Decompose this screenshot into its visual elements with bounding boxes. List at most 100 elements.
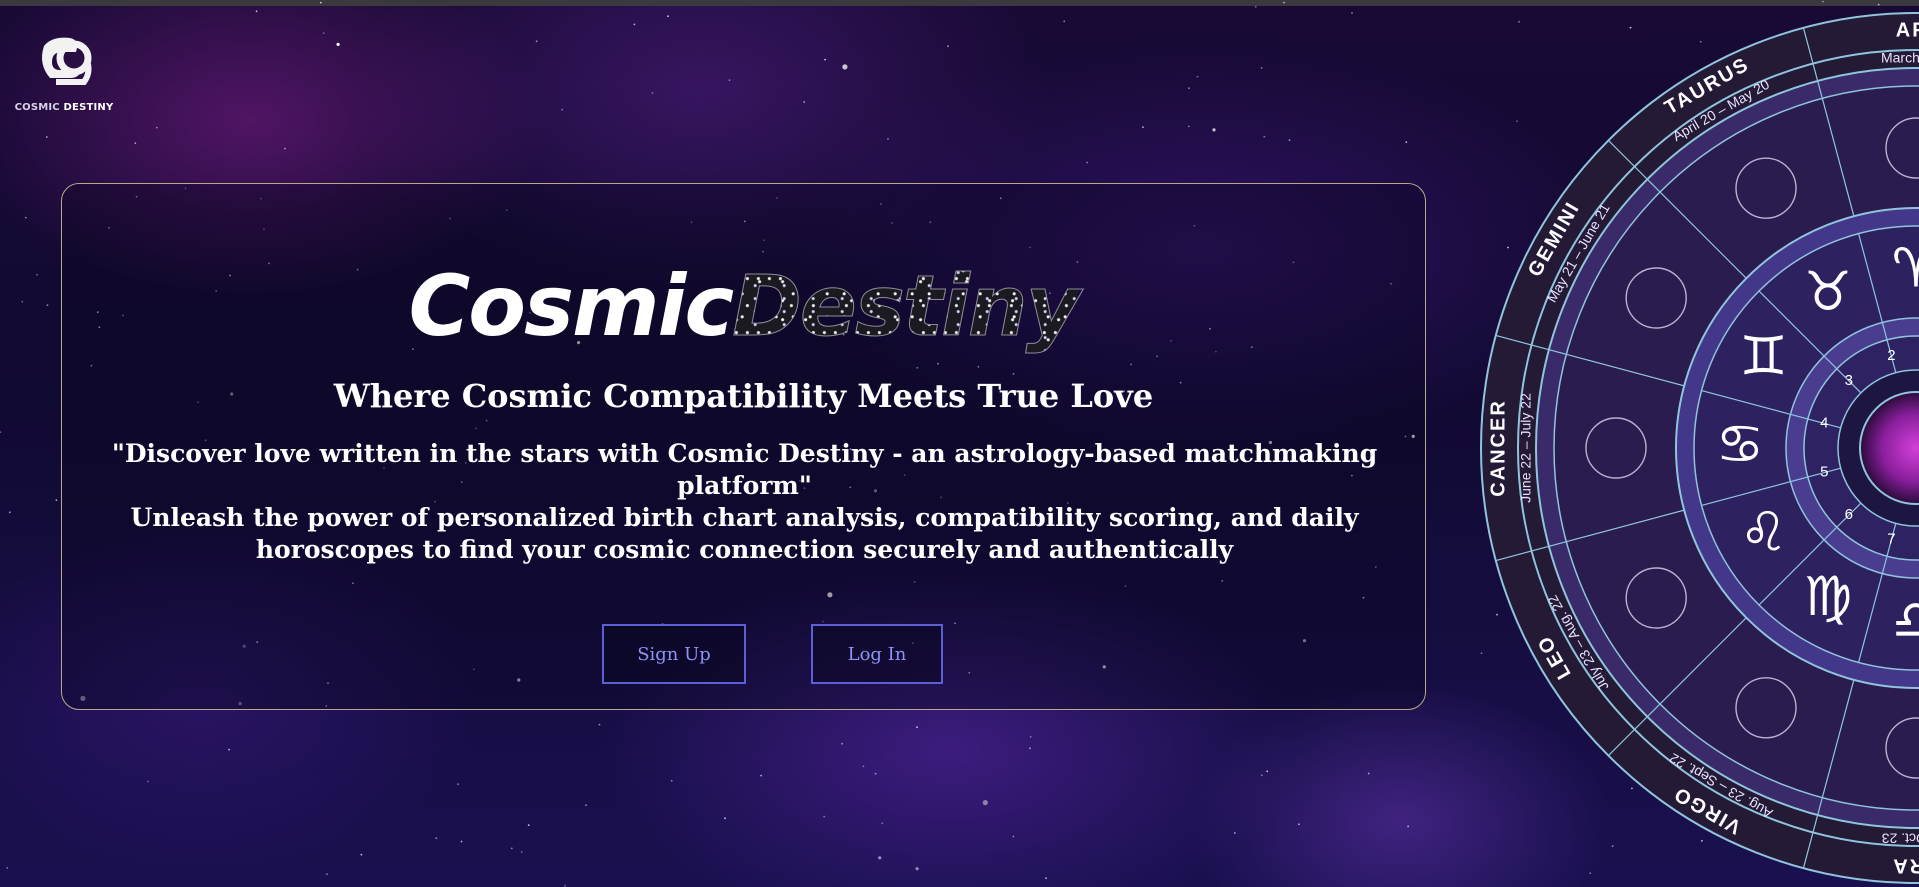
zodiac-glyph-icon: ♌ <box>1739 501 1787 564</box>
star <box>535 40 538 43</box>
logo-text: COSMIC DESTINY <box>14 102 114 113</box>
star <box>1063 20 1066 23</box>
star <box>228 748 231 751</box>
house-number: 4 <box>1820 414 1828 431</box>
star <box>1212 128 1216 132</box>
star <box>527 824 530 826</box>
zodiac-glyph-icon: ♎ <box>1892 589 1919 652</box>
star <box>874 772 877 775</box>
star <box>21 300 24 303</box>
star <box>134 142 137 145</box>
star <box>670 779 673 782</box>
star <box>1877 3 1880 6</box>
star <box>336 42 340 47</box>
star <box>1367 772 1370 775</box>
quote-text: "Discover love written in the stars with… <box>111 439 1378 500</box>
house-number: 3 <box>1845 372 1853 389</box>
log-in-button[interactable]: Log In <box>811 624 943 684</box>
star <box>1283 1 1285 4</box>
star <box>460 840 463 843</box>
star <box>564 884 566 887</box>
zodiac-wheel: ARIMarch 21 –TAURUSApril 20 – May 20GEMI… <box>1480 12 1919 884</box>
star <box>862 765 865 768</box>
zodiac-glyph-icon: ♊ <box>1739 325 1787 388</box>
star <box>878 856 882 860</box>
house-number: 2 <box>1887 347 1895 364</box>
star <box>1260 774 1263 777</box>
zodiac-sign-label: CANCER <box>1487 399 1509 497</box>
site-logo[interactable]: COSMIC DESTINY <box>14 30 114 116</box>
brand-title: CosmicDestiny <box>62 257 1425 355</box>
star <box>435 837 438 839</box>
star <box>457 783 459 786</box>
star <box>1086 161 1088 164</box>
star <box>147 780 150 783</box>
star <box>1254 5 1257 8</box>
star <box>887 138 889 140</box>
star <box>255 10 258 13</box>
star <box>598 723 601 726</box>
star <box>326 873 328 876</box>
star <box>824 58 826 61</box>
zodiac-sign-label: BRA <box>1891 855 1919 877</box>
star <box>284 147 286 150</box>
star <box>1263 135 1266 138</box>
logo-text-cosmic: COSMIC <box>14 102 60 113</box>
star <box>46 304 49 307</box>
star <box>322 32 325 35</box>
star <box>36 273 38 276</box>
star <box>6 867 9 869</box>
star <box>585 804 587 806</box>
star <box>915 867 919 871</box>
zodiac-date-label: March 21 – <box>1881 50 1919 66</box>
star <box>319 1 322 4</box>
star <box>1288 139 1291 142</box>
star <box>1029 736 1032 738</box>
tagline: Where Cosmic Compatibility Meets True Lo… <box>333 377 1154 415</box>
zodiac-date-label: 3 – Oct. 23 <box>1882 830 1919 846</box>
star <box>823 815 826 818</box>
star <box>8 511 11 514</box>
zodiac-glyph-icon: ♈ <box>1892 237 1919 300</box>
star <box>520 851 523 853</box>
star <box>1260 67 1263 69</box>
description: "Discover love written in the stars with… <box>72 438 1417 566</box>
star <box>803 101 806 103</box>
star <box>1029 747 1031 750</box>
star <box>881 822 884 825</box>
star <box>1822 0 1824 3</box>
description-text: Unleash the power of personalized birth … <box>130 503 1359 564</box>
zodiac-glyph-icon: ♍ <box>1804 565 1852 628</box>
star <box>155 126 158 129</box>
star <box>561 108 564 111</box>
star <box>1351 12 1353 14</box>
logo-mark-icon <box>42 37 92 85</box>
brand-title-cosmic: Cosmic <box>408 257 734 355</box>
landing-page: COSMIC DESTINY CosmicDestiny Where Cosmi… <box>0 0 1919 887</box>
star <box>1187 125 1190 128</box>
star <box>1188 87 1190 90</box>
star <box>1298 823 1300 826</box>
star <box>1012 835 1015 838</box>
star <box>841 742 843 745</box>
star <box>947 45 949 48</box>
star <box>55 499 58 501</box>
star <box>24 216 27 219</box>
star <box>651 92 654 94</box>
star <box>1196 75 1199 78</box>
star <box>45 136 48 138</box>
star <box>0 431 2 433</box>
star <box>1142 126 1144 129</box>
star <box>842 64 848 70</box>
brand-title-destiny: Destiny <box>732 257 1081 355</box>
zodiac-date-label: June 22 – July 22 <box>1518 393 1534 503</box>
star <box>1405 141 1408 144</box>
star <box>982 800 988 806</box>
star <box>916 726 918 729</box>
house-number: 5 <box>1820 464 1828 481</box>
star <box>1233 832 1236 834</box>
sign-up-button[interactable]: Sign Up <box>602 624 746 684</box>
star <box>760 774 762 777</box>
hero-card: CosmicDestiny Where Cosmic Compatibility… <box>61 183 1426 710</box>
star <box>1407 825 1409 828</box>
